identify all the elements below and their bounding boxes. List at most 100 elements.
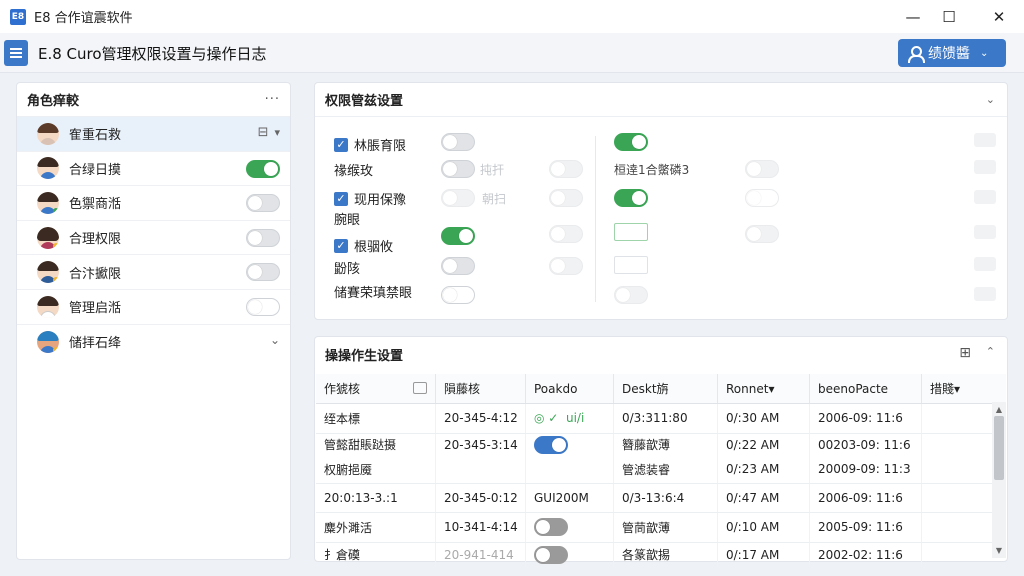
column-toggle-icon[interactable] <box>413 382 427 394</box>
checkbox-checked-icon[interactable]: ✓ <box>334 238 348 253</box>
role-name: 合汴擨限 <box>69 266 122 282</box>
table-cell: 绖本標 <box>316 404 436 433</box>
perm-toggle[interactable] <box>745 189 779 207</box>
table-cell: 麋外濉活 <box>316 513 436 542</box>
perm-toggle[interactable] <box>441 189 475 207</box>
role-name: 合理权限 <box>69 232 122 248</box>
perm-toggle[interactable] <box>441 286 475 304</box>
user-button-label: 绩馈醬 <box>928 46 970 62</box>
column-header-label: 措賤▾ <box>930 382 961 396</box>
perm-toggle[interactable] <box>745 160 779 178</box>
close-button[interactable]: ✕ <box>974 0 1024 33</box>
scrollbar-thumb[interactable] <box>994 416 1004 480</box>
avatar <box>37 261 59 284</box>
table-cell: 权腑挹魇 <box>316 455 436 483</box>
perm-input-box[interactable] <box>614 223 648 241</box>
row-toggle[interactable] <box>534 518 568 537</box>
table-cell: 管滤装睿 <box>614 455 718 483</box>
role-toggle[interactable] <box>246 297 280 316</box>
perm-toggle[interactable] <box>745 225 779 243</box>
role-toggle[interactable] <box>246 194 280 213</box>
table-cell: 管懿甜賬跶摄 <box>316 433 436 456</box>
user-menu-button[interactable]: 绩馈醬 ⌄ <box>898 39 1006 67</box>
role-item[interactable]: 合汴擨限 <box>17 255 290 290</box>
table-cell: 管茼歆薄 <box>614 513 718 542</box>
more-options-icon[interactable]: ··· <box>265 92 280 107</box>
table-cell <box>922 513 992 542</box>
row-toggle[interactable] <box>534 545 568 564</box>
role-item[interactable]: 合绿日摸 <box>17 152 290 187</box>
table-header: 作猇核 隕藤核 Poakdo Deskt旃 Ronnet▾ beenoPacte… <box>316 374 1006 404</box>
chevron-up-icon[interactable]: ⌃ <box>986 345 995 358</box>
perm-toggle[interactable] <box>441 160 475 178</box>
role-item[interactable]: 储拝石绛 ⌄ <box>17 325 290 360</box>
placeholder-block <box>974 257 996 271</box>
column-header-label: beenoPacte <box>818 381 889 396</box>
role-name: 合绿日摸 <box>69 162 122 178</box>
roles-panel-title: 角色痒較 <box>27 94 80 109</box>
placeholder-block <box>974 225 996 239</box>
table-row[interactable]: 管懿甜賬跶摄 20-345-3:14 簪藤歆薄 0/:22 AM 00203-0… <box>316 433 1006 456</box>
chevron-down-icon[interactable]: ⌄ <box>270 333 280 347</box>
perm-toggle[interactable] <box>549 160 583 178</box>
perm-toggle[interactable] <box>549 257 583 275</box>
column-header[interactable]: Poakdo <box>526 374 614 403</box>
maximize-button[interactable]: ☐ <box>924 0 974 33</box>
perm-checkbox-item[interactable]: ✓ 林脹育限 <box>334 135 406 154</box>
role-actions[interactable]: ⊟ ▾ <box>258 125 280 140</box>
table-row[interactable]: 绖本標 20-345-4:12 ◎ ✓ ui/i 0/3:311:80 0/:3… <box>316 404 1006 434</box>
role-toggle[interactable] <box>246 228 280 247</box>
table-row[interactable]: 麋外濉活 10-341-4:14 管茼歆薄 0/:10 AM 2005-09: … <box>316 513 1006 543</box>
perm-toggle[interactable] <box>614 133 648 151</box>
role-item[interactable]: 管理启湉 <box>17 290 290 325</box>
table-row[interactable]: 权腑挹魇 管滤装睿 0/:23 AM 20009-09: 11:3 <box>316 455 1006 484</box>
perm-toggle[interactable] <box>614 189 648 207</box>
column-header[interactable]: 措賤▾ <box>922 374 992 403</box>
column-header[interactable]: beenoPacte <box>810 374 922 403</box>
perm-input-box[interactable] <box>614 256 648 274</box>
perm-toggle[interactable] <box>549 189 583 207</box>
column-divider <box>595 136 596 302</box>
table-row[interactable]: 扌倉磸 20-941-414 各篆歆掦 0/:17 AM 2002-02: 11… <box>316 542 1006 567</box>
role-item[interactable]: 合理权限 <box>17 221 290 256</box>
perm-toggle[interactable] <box>441 227 475 245</box>
export-icon[interactable]: ⊞ <box>959 345 971 361</box>
column-header[interactable]: 隕藤核 <box>436 374 526 403</box>
placeholder-block <box>974 133 996 147</box>
dropdown-caret-icon[interactable]: ▾ <box>274 126 280 139</box>
perm-checkbox-item[interactable]: ✓ 根骃攸 <box>334 236 393 255</box>
table-cell: 20-345-3:14 <box>436 433 526 456</box>
chevron-down-icon: ⌄ <box>980 47 989 59</box>
hamburger-menu-button[interactable] <box>4 40 28 66</box>
role-settings-icon[interactable]: ⊟ <box>258 125 269 140</box>
perm-label: 腕眼 <box>334 213 361 228</box>
ghost-label: 朝扫 <box>482 192 507 206</box>
perm-toggle[interactable] <box>549 225 583 243</box>
perm-label-item: 储賽荣瑱禁眼 <box>334 282 412 301</box>
column-header[interactable]: 作猇核 <box>316 374 436 403</box>
operations-panel-title: 操操作生设置 <box>325 348 404 364</box>
table-cell <box>526 455 614 483</box>
perm-toggle[interactable] <box>441 133 475 151</box>
column-header[interactable]: Deskt旃 <box>614 374 718 403</box>
role-toggle[interactable] <box>246 159 280 178</box>
scroll-up-icon[interactable]: ▲ <box>994 405 1004 414</box>
perm-right-label: 桓逹1合鱉磷3 <box>614 163 690 177</box>
perm-toggle[interactable] <box>614 286 648 304</box>
chevron-down-icon[interactable]: ⌄ <box>986 93 995 106</box>
role-item[interactable]: 色禦商湉 <box>17 186 290 221</box>
avatar <box>37 191 59 214</box>
avatar <box>37 157 59 180</box>
row-toggle[interactable] <box>534 435 568 454</box>
column-header[interactable]: Ronnet▾ <box>718 374 810 403</box>
window-titlebar: E8 E8 合作谊震软件 — ☐ ✕ <box>0 0 1024 33</box>
role-item[interactable]: 隺重石救 ⊟ ▾ <box>17 117 290 152</box>
table-cell: 2002-02: 11:6 <box>810 542 922 567</box>
checkbox-checked-icon[interactable]: ✓ <box>334 137 348 152</box>
scroll-down-icon[interactable]: ▼ <box>994 546 1004 555</box>
perm-toggle[interactable] <box>441 257 475 275</box>
table-row[interactable]: 20:0:13-3.:1 20-345-0:12 GUI200M 0/3-13:… <box>316 483 1006 513</box>
perm-checkbox-item[interactable]: ✓ 现用保豫 <box>334 189 406 208</box>
role-toggle[interactable] <box>246 263 280 282</box>
checkbox-checked-icon[interactable]: ✓ <box>334 191 348 206</box>
